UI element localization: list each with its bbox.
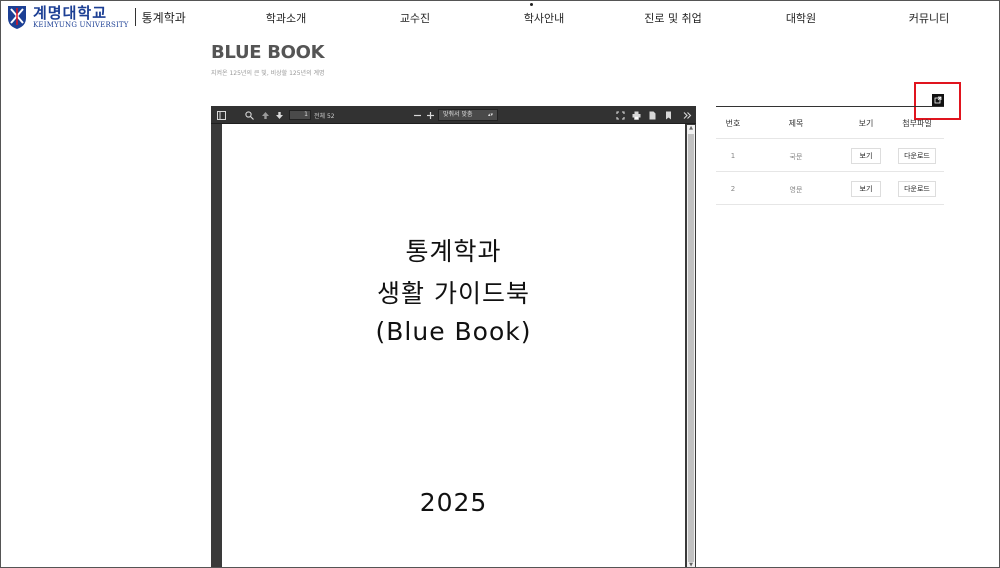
pdf-scrollbar[interactable]: ▲ ▼ xyxy=(687,125,695,568)
pdf-toolbar: 1 전체 52 맞춰서 맞춤 ▴▾ xyxy=(211,106,696,124)
page-number-input[interactable]: 1 xyxy=(289,110,311,120)
arrow-up-icon[interactable] xyxy=(259,109,271,121)
row-number: 1 xyxy=(730,152,736,160)
header-view: 보기 xyxy=(858,119,874,128)
file-table: 번호 제목 보기 첨부파일 1 국문 보기 다운로드 2 영문 보기 다운로드 xyxy=(716,106,944,205)
page-total: 전체 52 xyxy=(314,113,335,120)
doc-title-line-1: 통계학과 xyxy=(405,237,502,266)
nav-item-about[interactable]: 학과소개 xyxy=(266,10,306,26)
nav-item-graduate[interactable]: 대학원 xyxy=(786,10,816,26)
zoom-out-icon[interactable] xyxy=(411,109,423,121)
doc-title-line-3: (Blue Book) xyxy=(375,317,532,346)
more-tools-icon[interactable] xyxy=(681,109,693,121)
row-title: 국문 xyxy=(789,153,803,161)
header-number: 번호 xyxy=(725,119,741,128)
page-subtitle: 지켜온 125년의 큰 빛, 비상할 125년의 계명 xyxy=(211,70,325,77)
doc-year: 2025 xyxy=(419,488,488,517)
print-icon[interactable] xyxy=(630,109,642,121)
zoom-select-label: 맞춰서 맞춤 xyxy=(443,111,473,118)
header-attachment: 첨부파일 xyxy=(902,119,932,128)
nav-item-academics[interactable]: 학사안내 xyxy=(524,10,564,26)
nav-active-indicator xyxy=(530,3,533,6)
arrow-down-icon[interactable] xyxy=(273,109,285,121)
zoom-in-icon[interactable] xyxy=(424,109,436,121)
page-title: BLUE BOOK xyxy=(211,42,325,63)
table-row: 2 영문 보기 다운로드 xyxy=(716,172,944,205)
doc-title-line-2: 생활 가이드북 xyxy=(377,279,530,308)
table-row: 1 국문 보기 다운로드 xyxy=(716,139,944,172)
popout-button[interactable] xyxy=(932,94,944,106)
nav-item-community[interactable]: 커뮤니티 xyxy=(909,10,949,26)
row-title: 영문 xyxy=(789,186,803,194)
table-header-row: 번호 제목 보기 첨부파일 xyxy=(716,107,944,139)
zoom-select[interactable]: 맞춰서 맞춤 ▴▾ xyxy=(438,109,498,121)
nav-item-faculty[interactable]: 교수진 xyxy=(400,10,430,26)
open-external-icon xyxy=(934,96,942,104)
header-title: 제목 xyxy=(788,119,804,128)
scroll-down-icon[interactable]: ▼ xyxy=(687,562,695,568)
view-button[interactable]: 보기 xyxy=(851,148,881,164)
view-button[interactable]: 보기 xyxy=(851,181,881,197)
download-icon[interactable] xyxy=(646,109,658,121)
chevron-updown-icon: ▴▾ xyxy=(487,112,493,118)
sidebar-toggle-icon[interactable] xyxy=(215,109,227,121)
scroll-up-icon[interactable]: ▲ xyxy=(687,125,695,131)
download-button[interactable]: 다운로드 xyxy=(898,148,936,164)
fullscreen-icon[interactable] xyxy=(614,109,626,121)
search-icon[interactable] xyxy=(243,109,255,121)
download-button[interactable]: 다운로드 xyxy=(898,181,936,197)
pdf-page: 통계학과 생활 가이드북 (Blue Book) 2025 xyxy=(222,124,685,568)
nav-item-career[interactable]: 진로 및 취업 xyxy=(644,10,702,26)
row-number: 2 xyxy=(730,185,736,193)
bookmark-icon[interactable] xyxy=(662,109,674,121)
scroll-thumb[interactable] xyxy=(688,134,694,562)
pdf-viewer: 1 전체 52 맞춰서 맞춤 ▴▾ 통계학과 생활 가이드북 (Blue Boo… xyxy=(211,106,696,568)
main-nav: 학과소개 교수진 학사안내 진로 및 취업 대학원 커뮤니티 xyxy=(0,10,1000,26)
